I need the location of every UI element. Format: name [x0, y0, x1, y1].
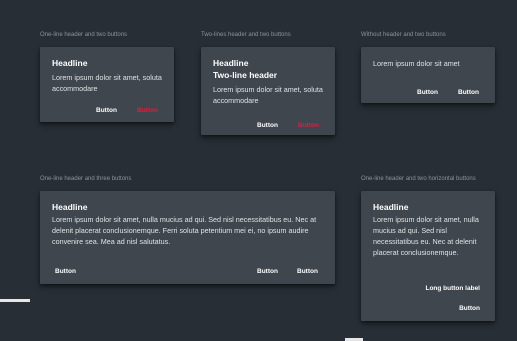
card-button-primary[interactable]: Button [417, 89, 438, 96]
dialog-card-one-line-horizontal-buttons: Headline Lorem ipsum dolor sit amet, nul… [361, 191, 495, 321]
card-headline: Headline [52, 202, 88, 212]
section-label-one-line-three-buttons: One-line header and three buttons [40, 176, 132, 182]
card-headline: Headline [52, 58, 88, 68]
card-body-text: Lorem ipsum dolor sit amet, soluta accom… [52, 73, 162, 93]
section-label-one-line-two-buttons: One-line header and two buttons [40, 32, 128, 38]
dialog-card-one-line-two-buttons: Headline Lorem ipsum dolor sit amet, sol… [40, 47, 174, 122]
section-label-two-lines-two-buttons: Two-lines header and two buttons [201, 32, 291, 38]
card-button-secondary[interactable]: Button [458, 89, 479, 96]
card-body-text: Lorem ipsum dolor sit amet, soluta accom… [213, 85, 323, 105]
card-button-long[interactable]: Long button label [425, 285, 480, 292]
dialog-card-one-line-three-buttons: Headline Lorem ipsum dolor sit amet, nul… [40, 191, 335, 284]
card-button-secondary[interactable]: Button [459, 305, 480, 312]
card-body-text: Lorem ipsum dolor sit amet, nulla mucius… [52, 215, 317, 246]
card-headline: Headline [373, 202, 409, 212]
card-button-accent[interactable]: Button [298, 122, 319, 129]
card-body-text: Lorem ipsum dolor sit amet, nulla mucius… [373, 215, 479, 257]
card-headline-line2: Two-line header [213, 70, 278, 80]
card-button-right[interactable]: Button [297, 268, 318, 275]
card-button-primary[interactable]: Button [96, 107, 117, 114]
decorative-stroke-left [0, 299, 30, 302]
card-button-primary[interactable]: Button [257, 122, 278, 129]
card-button-middle[interactable]: Button [257, 268, 278, 275]
card-button-left[interactable]: Button [55, 268, 76, 275]
section-label-without-header: Without header and two buttons [361, 32, 446, 38]
dialog-card-two-lines-two-buttons: Headline Two-line header Lorem ipsum dol… [201, 47, 335, 135]
dialog-card-without-header: Lorem ipsum dolor sit amet Button Button [361, 47, 495, 103]
card-headline-line1: Headline [213, 58, 249, 68]
card-button-accent[interactable]: Button [137, 107, 158, 114]
section-label-one-line-horizontal-buttons: One-line header and two horizontal butto… [361, 176, 476, 182]
card-body-text: Lorem ipsum dolor sit amet [373, 59, 460, 68]
